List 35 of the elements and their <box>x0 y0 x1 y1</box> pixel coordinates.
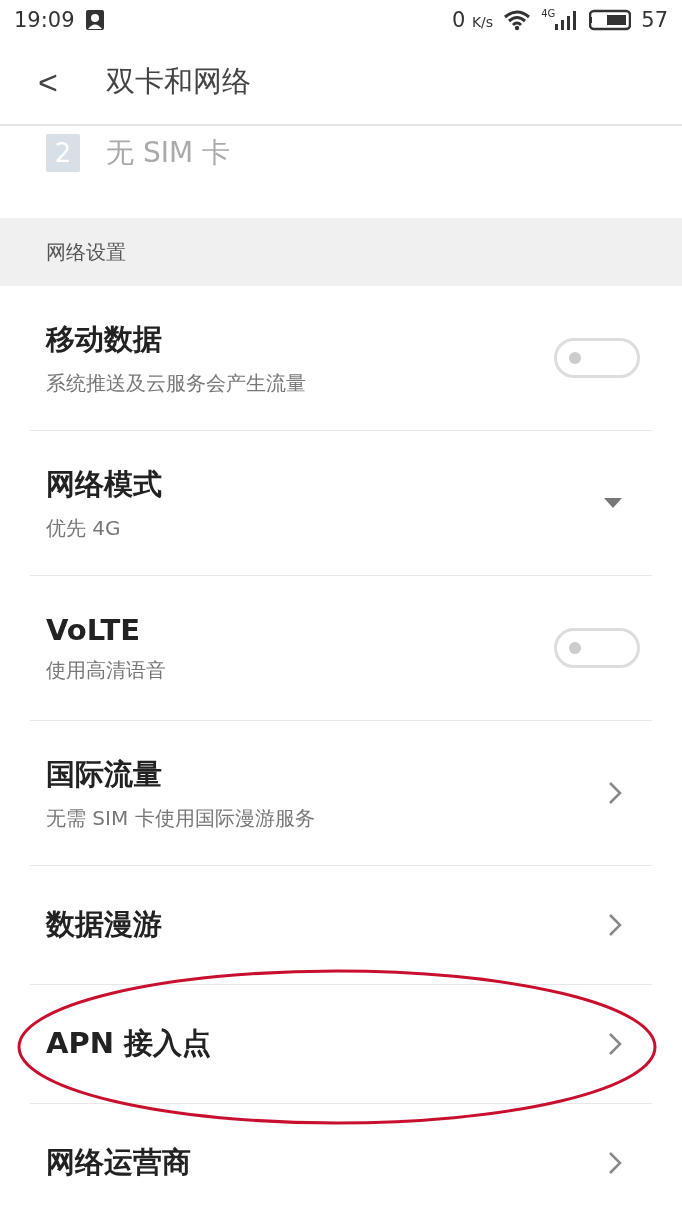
back-button[interactable]: < <box>38 62 98 102</box>
settings-row[interactable]: 移动数据 系统推送及云服务会产生流量 <box>30 286 652 431</box>
section-header: 网络设置 <box>0 218 682 286</box>
setting-title: 网络运营商 <box>46 1144 191 1181</box>
setting-subtitle: 使用高清语音 <box>46 656 166 684</box>
setting-subtitle: 系统推送及云服务会产生流量 <box>46 369 306 397</box>
battery-icon <box>589 9 632 31</box>
setting-title: APN 接入点 <box>46 1025 212 1062</box>
network-type: 4G <box>541 8 556 19</box>
wifi-icon <box>503 9 532 31</box>
page-title: 双卡和网络 <box>106 63 251 100</box>
chevron-icon <box>608 781 622 805</box>
setting-title: 数据漫游 <box>46 906 162 943</box>
settings-row[interactable]: 网络模式 优先 4G <box>30 431 652 576</box>
setting-subtitle: 优先 4G <box>46 514 122 542</box>
setting-subtitle: 无需 SIM 卡使用国际漫游服务 <box>46 804 315 832</box>
settings-row[interactable]: 国际流量 无需 SIM 卡使用国际漫游服务 <box>30 721 652 866</box>
toggle-switch[interactable] <box>554 338 640 378</box>
chevron-icon <box>608 913 622 937</box>
toggle-switch[interactable] <box>554 628 640 668</box>
dropdown-icon <box>604 498 622 508</box>
setting-title: 移动数据 <box>46 320 163 358</box>
notification-icon <box>84 9 105 31</box>
chevron-icon <box>608 1032 622 1056</box>
setting-title: 网络模式 <box>46 465 162 503</box>
network-speed: 0 K/s <box>451 8 494 32</box>
settings-row[interactable]: 数据漫游 <box>30 866 652 985</box>
sim-status: 无 SIM 卡 <box>106 135 230 171</box>
battery-level: 57 <box>641 8 668 32</box>
chevron-icon <box>608 1151 622 1175</box>
settings-row[interactable]: 网络运营商 <box>30 1104 652 1212</box>
status-time: 19:09 <box>14 8 75 32</box>
setting-title: VoLTE <box>46 612 142 647</box>
setting-title: 国际流量 <box>46 755 163 793</box>
settings-row[interactable]: VoLTE 使用高清语音 <box>30 576 652 721</box>
